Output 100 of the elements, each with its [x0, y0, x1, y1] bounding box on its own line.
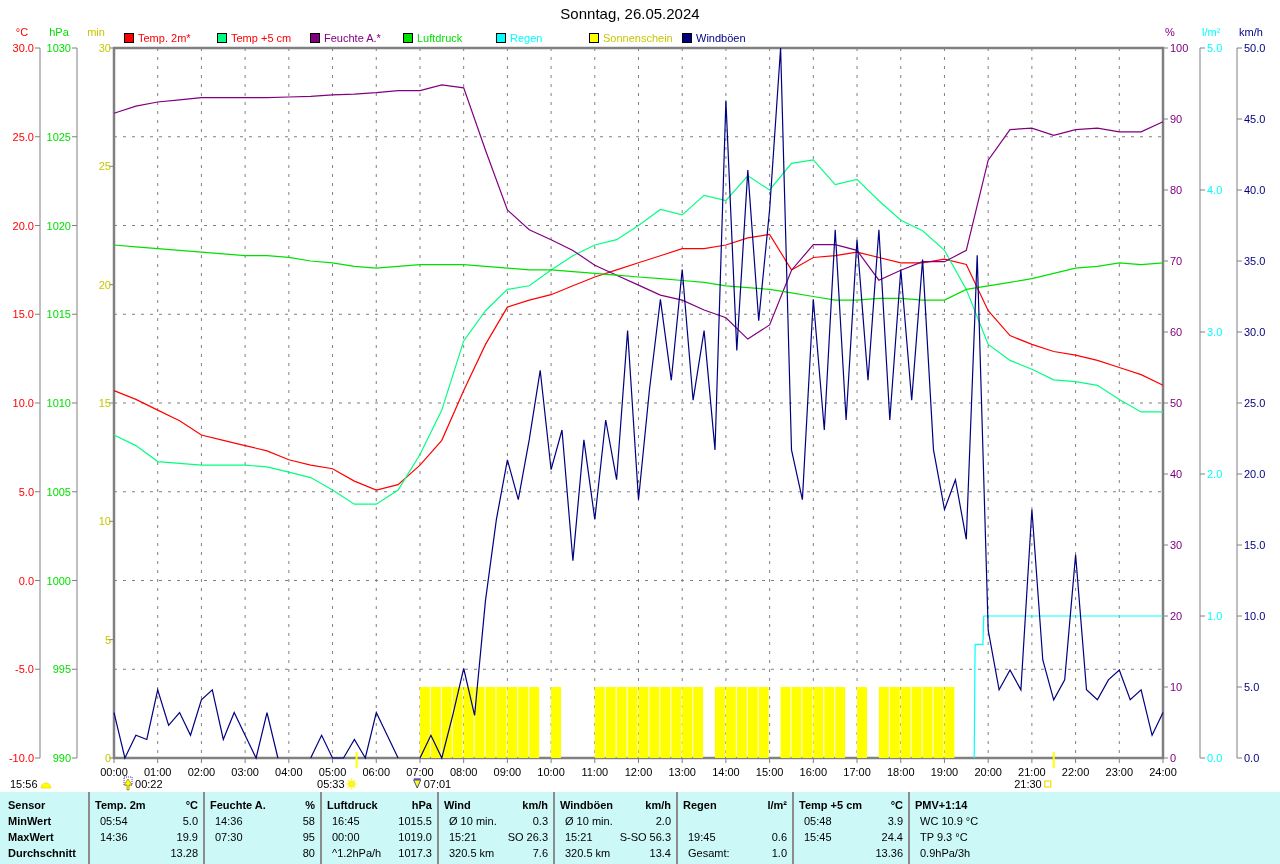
- column-header: Sensor: [8, 798, 47, 813]
- legend-label: Luftdruck: [417, 32, 463, 44]
- axis-tick-label: 1030: [46, 42, 71, 54]
- axis-tick-label: 10.0: [12, 397, 34, 409]
- axis-tick-label: 5.0: [1244, 681, 1260, 693]
- chart-bar: [605, 687, 616, 758]
- axis-tick-label: 0: [104, 752, 111, 764]
- column-header: Wind: [444, 798, 471, 813]
- chart-bar: [900, 687, 911, 758]
- axis-tick-label: 1020: [46, 219, 71, 232]
- time-axis-label: 07:00: [406, 766, 434, 778]
- chart-bar: [430, 687, 441, 758]
- axis-tick-label: 100: [1170, 42, 1189, 54]
- table-cell-text: Gesamt:: [687, 846, 730, 861]
- chart-bar: [922, 687, 933, 758]
- axis-tick-label: 35.0: [1244, 255, 1266, 267]
- table-cell-text: 14:36: [99, 830, 128, 845]
- table-cell-text: SO 26.3: [507, 830, 548, 845]
- axis-tick-label: 25.0: [12, 130, 34, 143]
- time-marker-icon: [1052, 752, 1055, 768]
- axis-tick-label: 0.0: [1207, 752, 1223, 764]
- chart-bar: [682, 687, 693, 758]
- column-header: Windböen: [560, 798, 614, 813]
- chart-bar: [452, 687, 463, 758]
- axis-tick-label: 40: [1170, 468, 1183, 480]
- row-label: MaxWert: [8, 830, 55, 845]
- time-axis-label: 21:00: [1018, 766, 1046, 778]
- chart-bar: [518, 687, 529, 758]
- axis-tick-label: -5.0: [15, 663, 34, 676]
- event-time-label: 05:33: [317, 778, 345, 790]
- axis-tick-label: 20: [1170, 610, 1183, 622]
- down-arrow-icon: [413, 778, 422, 789]
- table-cell-text: 24.4: [881, 830, 903, 845]
- axis-tick-label: 40.0: [1244, 184, 1266, 196]
- unit-label: %: [305, 798, 315, 813]
- axis-tick-label: 1000: [46, 574, 71, 587]
- column-header: Temp +5 cm: [799, 798, 863, 813]
- legend-label: Temp. 2m*: [138, 32, 191, 44]
- column-header: PMV+1:14: [915, 798, 968, 813]
- chart-bar: [485, 687, 496, 758]
- legend-label: Regen: [510, 32, 543, 44]
- table-cell-text: ^1.2hPa/h: [331, 846, 382, 861]
- time-axis-label: 08:00: [449, 766, 478, 778]
- table-cell-text: Ø 10 min.: [564, 814, 613, 829]
- table-cell-text: 58: [302, 814, 315, 829]
- row-label: MinWert: [8, 814, 53, 829]
- table-cell-text: Ø 10 min.: [448, 814, 497, 829]
- unit-label: hPa: [411, 798, 432, 813]
- table-cell-text: 1015.5: [398, 814, 432, 829]
- axis-tick-label: 995: [52, 663, 71, 676]
- axis-tick-label: 50.0: [1244, 42, 1266, 54]
- chart-bar: [802, 687, 813, 758]
- axis-tick-label: 1005: [46, 485, 71, 498]
- axis-tick-label: 3.0: [1207, 326, 1223, 338]
- table-cell-text: 14:36: [214, 814, 243, 829]
- row-label: Durchschnitt: [8, 846, 77, 861]
- chart-bar: [933, 687, 944, 758]
- table-cell-text: TP 9.3 °C: [919, 830, 968, 845]
- time-axis-label: 01:00: [143, 766, 172, 778]
- chart-bar: [496, 687, 507, 758]
- unit-label: l/m²: [767, 798, 787, 813]
- axis-tick-label: 1010: [46, 397, 71, 409]
- table-cell-text: WC 10.9 °C: [919, 814, 979, 829]
- axis-tick-label: 2.0: [1207, 468, 1223, 480]
- time-axis-label: 05:00: [318, 766, 347, 778]
- day-length-label: 15:56: [10, 778, 38, 790]
- legend-label: Sonnenschein: [603, 32, 673, 44]
- time-axis-label: 20:00: [974, 766, 1002, 778]
- axis-tick-label: 30: [98, 42, 111, 54]
- table-cell-text: 05:48: [803, 814, 832, 829]
- chart-title: Sonntag, 26.05.2024: [560, 5, 700, 22]
- axis-tick-label: 50: [1170, 397, 1183, 409]
- event-time-label: 00:22: [135, 778, 163, 790]
- chart-bar: [736, 687, 747, 758]
- table-cell-text: 2.0: [655, 814, 671, 829]
- time-axis-label: 15:00: [755, 766, 784, 778]
- axis-tick-label: 15.0: [1244, 539, 1266, 551]
- axis-tick-label: 30.0: [12, 42, 34, 54]
- time-axis-label: 16:00: [799, 766, 828, 778]
- half-sun-icon: [40, 782, 52, 789]
- table-cell-text: S-SO 56.3: [619, 830, 671, 845]
- table-cell-text: 0.6: [771, 830, 787, 845]
- axis-tick-label: 30.0: [1244, 326, 1266, 338]
- axis-tick-label: 10: [98, 515, 111, 528]
- chart-bar: [758, 687, 769, 758]
- time-axis-label: 03:00: [231, 766, 259, 778]
- axis-tick-label: 1025: [46, 130, 71, 143]
- axis-tick-label: 0.0: [1244, 752, 1260, 764]
- chart-bar: [660, 687, 671, 758]
- axis-tick-label: 10.0: [1244, 610, 1266, 622]
- axis-tick-label: 990: [52, 752, 71, 764]
- table-cell-text: 95: [302, 830, 315, 845]
- column-header: Luftdruck: [327, 798, 378, 813]
- chart-bar: [638, 687, 649, 758]
- legend-label: Windböen: [696, 32, 746, 44]
- chart-bar: [507, 687, 518, 758]
- up-arrow-icon: [123, 776, 133, 791]
- chart-bar: [911, 687, 922, 758]
- unit-label: km/h: [522, 798, 548, 813]
- time-marker-icon: [355, 752, 358, 768]
